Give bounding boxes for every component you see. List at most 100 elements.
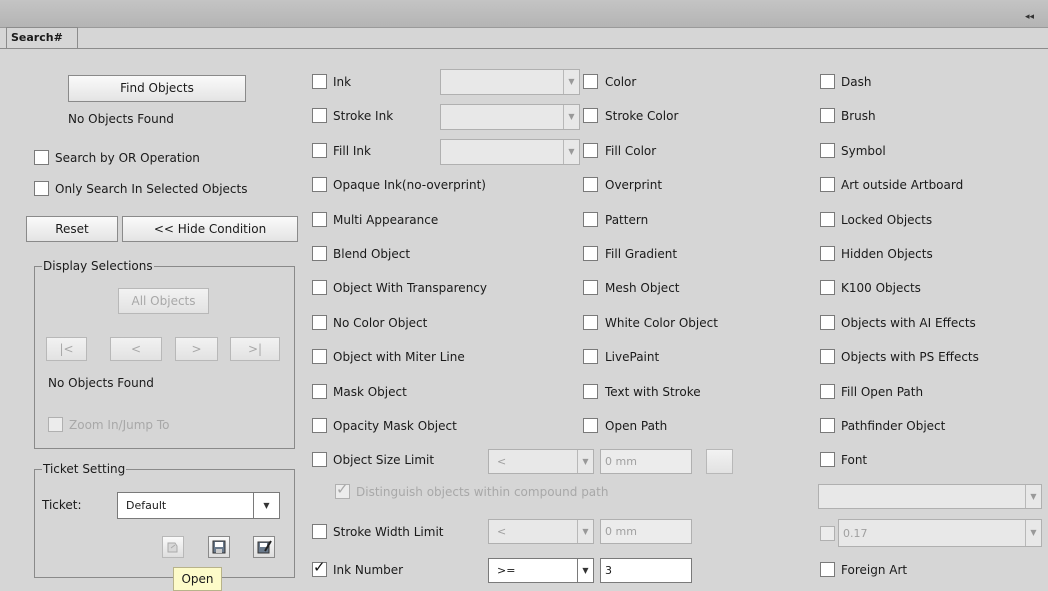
- stroke-color-checkbox[interactable]: [583, 108, 598, 123]
- chevron-down-icon: ▼: [563, 105, 579, 129]
- ink-select[interactable]: ▼: [440, 69, 580, 95]
- ink-number-op-select[interactable]: >= ▼: [488, 558, 594, 583]
- overprint-label: Overprint: [605, 178, 663, 192]
- ticket-select[interactable]: Default ▼: [117, 492, 280, 519]
- check-mark-icon: ✓: [336, 480, 349, 498]
- fill-gradient-label: Fill Gradient: [605, 247, 678, 261]
- previous-button[interactable]: <: [110, 337, 162, 361]
- font-size-select[interactable]: 0.17 ▼: [838, 519, 1042, 547]
- zoom-jump-checkbox[interactable]: [48, 417, 63, 432]
- font-label: Font: [841, 453, 868, 467]
- font-checkbox[interactable]: [820, 452, 835, 467]
- size-limit-value-field[interactable]: 0 mm: [600, 449, 692, 474]
- objects-with-ps-effects-checkbox[interactable]: [820, 349, 835, 364]
- fill-gradient-checkbox[interactable]: [583, 246, 598, 261]
- chevron-down-icon: ▼: [563, 70, 579, 94]
- font-size-checkbox[interactable]: [820, 526, 835, 541]
- only-selected-label: Only Search In Selected Objects: [55, 182, 248, 196]
- objects-with-ps-effects-label: Objects with PS Effects: [841, 350, 979, 364]
- mesh-object-label: Mesh Object: [605, 281, 680, 295]
- art-outside-artboard-checkbox[interactable]: [820, 177, 835, 192]
- size-limit-more-button[interactable]: [706, 449, 733, 474]
- foreign-art-label: Foreign Art: [841, 563, 908, 577]
- last-button[interactable]: >|: [230, 337, 280, 361]
- all-objects-button[interactable]: All Objects: [118, 288, 209, 314]
- chevron-down-icon: ▼: [1025, 520, 1041, 546]
- multi-appearance-checkbox[interactable]: [312, 212, 327, 227]
- hidden-objects-checkbox[interactable]: [820, 246, 835, 261]
- save-icon[interactable]: [208, 536, 230, 558]
- open-icon[interactable]: [162, 536, 184, 558]
- object-size-limit-checkbox[interactable]: [312, 452, 327, 467]
- object-with-transparency-checkbox[interactable]: [312, 280, 327, 295]
- ink-checkbox[interactable]: [312, 74, 327, 89]
- stroke-width-op-select[interactable]: < ▼: [488, 519, 594, 544]
- find-objects-button[interactable]: Find Objects: [68, 75, 246, 102]
- stroke-color-label: Stroke Color: [605, 109, 679, 123]
- fill-open-path-checkbox[interactable]: [820, 384, 835, 399]
- open-path-checkbox[interactable]: [583, 418, 598, 433]
- ink-number-value-field[interactable]: 3: [600, 558, 692, 583]
- font-select[interactable]: ▼: [818, 484, 1042, 509]
- pattern-checkbox[interactable]: [583, 212, 598, 227]
- opacity-mask-object-checkbox[interactable]: [312, 418, 327, 433]
- mesh-object-checkbox[interactable]: [583, 280, 598, 295]
- object-with-miter-line-checkbox[interactable]: [312, 349, 327, 364]
- stroke-width-value-field[interactable]: 0 mm: [600, 519, 692, 544]
- objects-with-ai-effects-checkbox[interactable]: [820, 315, 835, 330]
- locked-objects-checkbox[interactable]: [820, 212, 835, 227]
- mask-object-checkbox[interactable]: [312, 384, 327, 399]
- objects-with-ai-effects-label: Objects with AI Effects: [841, 316, 976, 330]
- fill-color-checkbox[interactable]: [583, 143, 598, 158]
- chevron-down-icon: ▼: [563, 140, 579, 164]
- status-text: No Objects Found: [68, 112, 174, 126]
- stroke-width-checkbox[interactable]: [312, 524, 327, 539]
- pathfinder-object-label: Pathfinder Object: [841, 419, 946, 433]
- next-button[interactable]: >: [175, 337, 218, 361]
- opaque-ink-no-overprint-checkbox[interactable]: [312, 177, 327, 192]
- only-selected-checkbox[interactable]: [34, 181, 49, 196]
- text-with-stroke-checkbox[interactable]: [583, 384, 598, 399]
- search-or-checkbox[interactable]: [34, 150, 49, 165]
- fill-ink-select[interactable]: ▼: [440, 139, 580, 165]
- livepaint-checkbox[interactable]: [583, 349, 598, 364]
- chevron-down-icon: ▼: [253, 493, 279, 518]
- fill-ink-checkbox[interactable]: [312, 143, 327, 158]
- stroke-ink-checkbox[interactable]: [312, 108, 327, 123]
- dash-checkbox[interactable]: [820, 74, 835, 89]
- ink-number-op-value: >=: [497, 564, 516, 577]
- color-checkbox[interactable]: [583, 74, 598, 89]
- chevron-down-icon: ▼: [577, 450, 593, 473]
- k100-objects-checkbox[interactable]: [820, 280, 835, 295]
- display-status-text: No Objects Found: [48, 376, 154, 390]
- brush-checkbox[interactable]: [820, 108, 835, 123]
- font-size-value: 0.17: [843, 527, 868, 540]
- stroke-width-label: Stroke Width Limit: [333, 525, 444, 539]
- no-color-object-checkbox[interactable]: [312, 315, 327, 330]
- pathfinder-object-checkbox[interactable]: [820, 418, 835, 433]
- display-selections-legend: Display Selections: [42, 259, 154, 273]
- collapse-panel-icon[interactable]: ◂◂: [1025, 12, 1034, 22]
- white-color-object-checkbox[interactable]: [583, 315, 598, 330]
- symbol-label: Symbol: [841, 144, 886, 158]
- pattern-label: Pattern: [605, 213, 649, 227]
- size-limit-op-select[interactable]: < ▼: [488, 449, 594, 474]
- fill-color-label: Fill Color: [605, 144, 657, 158]
- stroke-width-op-value: <: [497, 525, 507, 538]
- stroke-ink-select[interactable]: ▼: [440, 104, 580, 130]
- reset-button[interactable]: Reset: [26, 216, 118, 242]
- foreign-art-checkbox[interactable]: [820, 562, 835, 577]
- save-as-icon[interactable]: [253, 536, 275, 558]
- text-with-stroke-label: Text with Stroke: [605, 385, 701, 399]
- overprint-checkbox[interactable]: [583, 177, 598, 192]
- first-button[interactable]: |<: [46, 337, 87, 361]
- opacity-mask-object-label: Opacity Mask Object: [333, 419, 457, 433]
- stroke-ink-label: Stroke Ink: [333, 109, 394, 123]
- chevron-down-icon: ▼: [577, 559, 593, 582]
- check-mark-icon: ✓: [313, 558, 326, 576]
- brush-label: Brush: [841, 109, 876, 123]
- symbol-checkbox[interactable]: [820, 143, 835, 158]
- blend-object-checkbox[interactable]: [312, 246, 327, 261]
- tab-search[interactable]: Search#: [6, 27, 78, 49]
- hide-condition-button[interactable]: << Hide Condition: [122, 216, 298, 242]
